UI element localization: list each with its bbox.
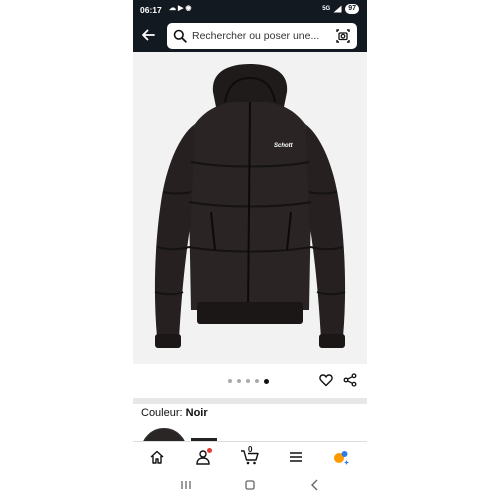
brand-logo: Schott xyxy=(274,143,293,149)
play-icon: ▶ xyxy=(178,5,184,12)
color-selection: Couleur: Noir xyxy=(141,407,208,419)
status-bar: 06:17 ☁ ▶ ◉ 5G 97 xyxy=(133,0,367,20)
color-value: Noir xyxy=(185,407,208,419)
home-button-icon[interactable] xyxy=(242,477,258,493)
share-icon[interactable] xyxy=(343,373,357,387)
rufus-assistant-icon[interactable] xyxy=(333,449,349,465)
system-nav-bar xyxy=(133,471,367,500)
status-right: 5G 97 xyxy=(322,4,359,14)
search-placeholder: Rechercher ou poser une... xyxy=(192,30,320,42)
messenger-icon: ◉ xyxy=(185,5,192,12)
carousel-dots xyxy=(228,378,269,384)
back-arrow-icon[interactable] xyxy=(139,26,157,44)
status-time: 06:17 xyxy=(140,5,162,15)
section-divider xyxy=(133,398,367,404)
home-icon[interactable] xyxy=(149,449,165,465)
product-image[interactable]: Schott xyxy=(133,52,367,364)
carousel-dot[interactable] xyxy=(246,379,250,383)
color-label: Couleur: xyxy=(141,407,186,419)
menu-icon[interactable] xyxy=(288,449,304,465)
page-margin-right xyxy=(367,0,500,500)
wifi-icon xyxy=(333,5,342,13)
battery-badge: 97 xyxy=(345,4,359,14)
cart-count: 0 xyxy=(248,445,253,454)
camera-search-icon[interactable] xyxy=(335,28,351,44)
carousel-row xyxy=(133,364,367,398)
recent-apps-icon[interactable] xyxy=(178,477,194,493)
phone-screen: 06:17 ☁ ▶ ◉ 5G 97 Rechercher ou poser un… xyxy=(133,0,367,500)
color-swatch-noir[interactable] xyxy=(141,428,187,441)
network-type: 5G xyxy=(322,6,331,12)
color-swatches xyxy=(133,425,367,441)
page-margin-left xyxy=(0,0,133,500)
search-input[interactable]: Rechercher ou poser une... xyxy=(167,23,357,49)
status-notification-icons: ☁ ▶ ◉ xyxy=(169,4,192,12)
cloud-icon: ☁ xyxy=(169,5,176,12)
search-icon xyxy=(173,29,187,43)
carousel-dot[interactable] xyxy=(255,379,259,383)
bottom-nav: 0 xyxy=(133,441,367,472)
back-button-icon[interactable] xyxy=(307,477,323,493)
account-notification-badge xyxy=(207,448,212,453)
jacket-image xyxy=(154,64,346,348)
carousel-dot-active[interactable] xyxy=(264,378,269,384)
carousel-dot[interactable] xyxy=(237,379,241,383)
heart-icon[interactable] xyxy=(319,373,333,387)
carousel-dot[interactable] xyxy=(228,379,232,383)
search-header: Rechercher ou poser une... xyxy=(133,20,367,52)
